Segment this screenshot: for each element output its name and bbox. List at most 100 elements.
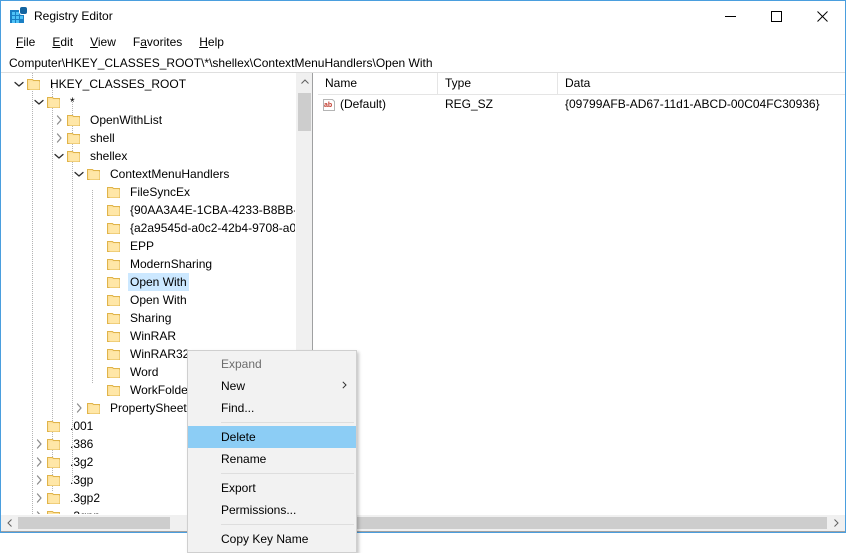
chevron-right-icon[interactable] [31,471,47,489]
tree-leaf-spacer [91,381,107,399]
tree-scrollbar-thumb[interactable] [298,93,311,131]
folder-icon [107,347,123,361]
folder-icon [107,275,123,289]
folder-icon [47,419,63,433]
gear-icon [20,7,27,14]
tree-item[interactable]: EPP [1,237,312,255]
tree-leaf-spacer [91,255,107,273]
chevron-down-icon[interactable] [11,75,27,93]
context-menu-item[interactable]: Export [188,477,356,499]
tree-leaf-spacer [91,273,107,291]
registry-editor-window: Registry Editor File Edit View Favorites… [0,0,846,553]
tree-hscrollbar-thumb[interactable] [18,517,170,529]
list-hscrollbar-thumb[interactable] [335,517,827,529]
context-menu-separator [221,524,354,525]
folder-icon [87,167,103,181]
tree-item-label: .3g2 [70,455,94,469]
context-menu-item-label: Permissions... [221,503,297,517]
tree-item-label: ContextMenuHandlers [110,167,230,181]
context-menu-item[interactable]: New [188,375,356,397]
cell-type: REG_SZ [445,97,494,111]
maximize-button[interactable] [753,1,799,31]
chevron-right-icon[interactable] [71,399,87,417]
context-menu-item[interactable]: Delete [188,426,356,448]
tree-item-label: .3gp [70,473,94,487]
value-name: (Default) [340,97,387,111]
tree-leaf-spacer [91,183,107,201]
menu-bar: File Edit View Favorites Help [1,31,845,53]
tree-item[interactable]: {a2a9545d-a0c2-42b4-9708-a0b2 [1,219,312,237]
tree-item[interactable]: OpenWithList [1,111,312,129]
tree-item[interactable]: HKEY_CLASSES_ROOT [1,75,312,93]
tree-leaf-spacer [91,345,107,363]
context-menu-item-label: Rename [221,452,267,466]
menu-file[interactable]: File [8,32,44,52]
tree-item-label: .386 [70,437,94,451]
menu-edit[interactable]: Edit [44,32,82,52]
context-menu-separator [221,473,354,474]
tree-scroll-up-button[interactable] [296,73,312,90]
list-scroll-right-button[interactable] [828,515,845,531]
cell-name: ab (Default) [318,95,438,114]
chevron-right-icon[interactable] [31,453,47,471]
tree-item[interactable]: ContextMenuHandlers [1,165,312,183]
chevron-down-icon[interactable] [31,93,47,111]
content-area: HKEY_CLASSES_ROOT * OpenWithList shell shell… [1,73,845,553]
table-row[interactable]: ab (Default) REG_SZ {09799AFB-AD67-11d1-ABC… [318,95,845,114]
menu-help[interactable]: Help [191,32,233,52]
column-header-data[interactable]: Data [558,73,845,94]
tree-leaf-spacer [91,219,107,237]
context-menu-item[interactable]: Copy Key Name [188,528,356,550]
tree-item[interactable]: Open With [1,291,312,309]
column-header-type[interactable]: Type [438,73,558,94]
tree-item[interactable]: shellex [1,147,312,165]
folder-icon [67,131,83,145]
chevron-right-icon[interactable] [31,435,47,453]
tree-item[interactable]: * [1,93,312,111]
tree-leaf-spacer [91,327,107,345]
list-column-headers: Name Type Data [318,73,845,95]
tree-item-label: {90AA3A4E-1CBA-4233-B8BB-53 [130,203,311,217]
chevron-down-icon[interactable] [51,147,67,165]
chevron-right-icon[interactable] [31,489,47,507]
menu-view[interactable]: View [82,32,125,52]
tree-item-label: * [70,95,75,109]
context-menu-item: Expand [188,353,356,375]
list-horizontal-scrollbar[interactable] [318,514,845,531]
tree-item[interactable]: {90AA3A4E-1CBA-4233-B8BB-53 [1,201,312,219]
folder-icon [107,257,123,271]
tree-item-label: PropertySheet [110,401,187,415]
tree-leaf-spacer [91,201,107,219]
tree-scroll-left-button[interactable] [1,515,18,531]
context-menu-separator [221,422,354,423]
context-menu-item[interactable]: Find... [188,397,356,419]
values-list: ab (Default) REG_SZ {09799AFB-AD67-11d1-ABC… [318,95,845,514]
tree-item-label: Open With [128,273,189,291]
chevron-right-icon[interactable] [51,129,67,147]
tree-item[interactable]: ModernSharing [1,255,312,273]
tree-item[interactable]: shell [1,129,312,147]
column-header-name[interactable]: Name [318,73,438,94]
context-menu-item[interactable]: Rename [188,448,356,470]
close-button[interactable] [799,1,845,31]
folder-icon [107,239,123,253]
tree-item[interactable]: Sharing [1,309,312,327]
tree-leaf-spacer [91,237,107,255]
tree-item[interactable]: WinRAR [1,327,312,345]
string-value-icon: ab [322,98,336,112]
context-menu: Expand New Find... Delete Rename Export Permis… [187,350,357,553]
context-menu-item[interactable]: Permissions... [188,499,356,521]
minimize-button[interactable] [707,1,753,31]
tree-item-label: FileSyncEx [130,185,191,199]
window-title: Registry Editor [34,9,113,23]
address-bar[interactable]: Computer\HKEY_CLASSES_ROOT\*\shellex\Con… [1,53,845,73]
context-menu-item-label: Export [221,481,256,495]
folder-icon [47,95,63,109]
chevron-right-icon[interactable] [31,507,47,514]
chevron-right-icon[interactable] [51,111,67,129]
tree-leaf-spacer [91,363,107,381]
tree-item[interactable]: FileSyncEx [1,183,312,201]
menu-favorites[interactable]: Favorites [125,32,191,52]
chevron-down-icon[interactable] [71,165,87,183]
tree-item[interactable]: Open With [1,273,312,291]
